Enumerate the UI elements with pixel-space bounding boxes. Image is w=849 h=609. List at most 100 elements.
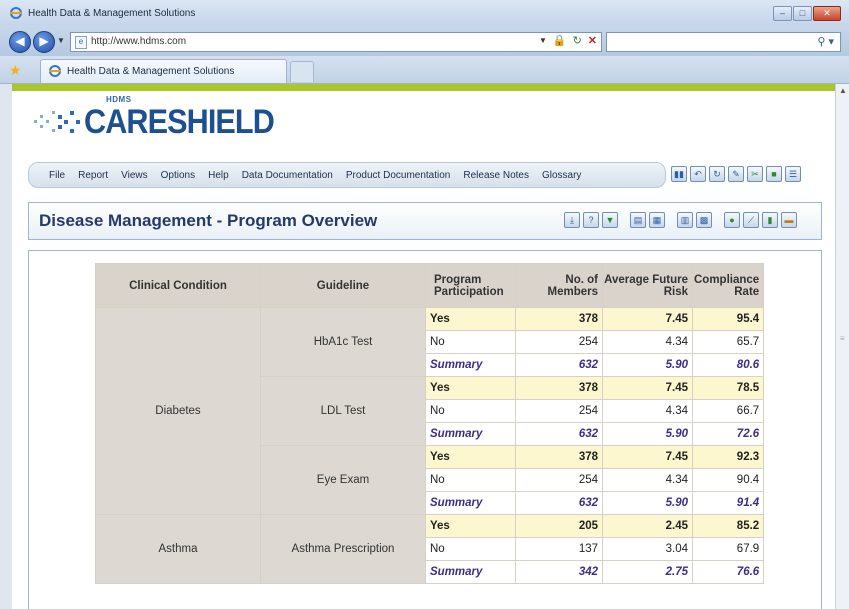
chart-bar-icon[interactable]: ▥ — [677, 212, 693, 228]
scroll-grip-icon[interactable]: ≡ — [840, 334, 845, 343]
menu-product-documentation[interactable]: Product Documentation — [346, 170, 451, 181]
menu-glossary[interactable]: Glossary — [542, 170, 581, 181]
table-row: Asthma Asthma Prescription Yes 205 2.45 … — [95, 514, 765, 584]
favorites-star-icon[interactable]: ★ — [9, 62, 22, 79]
panel-header: Disease Management - Program Overview ⤓ … — [28, 202, 822, 240]
menu-help[interactable]: Help — [208, 170, 229, 181]
url-text[interactable]: http://www.hdms.com — [91, 36, 186, 47]
header-no-of-members[interactable]: No. of Members — [515, 263, 603, 308]
dropdown-icon[interactable]: ▼ — [539, 36, 547, 47]
compliance-cell: 78.5 — [691, 376, 765, 400]
address-bar[interactable]: e http://www.hdms.com ▼ 🔒 ↻ ✕ — [70, 32, 602, 52]
participation-cell: No — [425, 399, 516, 423]
address-toolbar: ◀ ▶ ▼ e http://www.hdms.com ▼ 🔒 ↻ ✕ ⚲ ▾ — [0, 26, 849, 56]
accent-bar — [12, 84, 835, 91]
participation-cell: Summary — [425, 491, 516, 515]
comment-icon[interactable]: ✎ — [728, 166, 744, 182]
guideline-cell[interactable]: Eye Exam — [260, 445, 426, 515]
condition-cell[interactable]: Asthma — [95, 514, 261, 584]
participation-cell: Yes — [425, 445, 516, 469]
menu-release-notes[interactable]: Release Notes — [463, 170, 529, 181]
vertical-scrollbar[interactable]: ▲ ≡ — [835, 84, 849, 609]
header-clinical-condition[interactable]: Clinical Condition — [95, 263, 261, 308]
export-icon[interactable]: ■ — [766, 166, 782, 182]
close-button[interactable]: ✕ — [813, 6, 841, 21]
report-table: Clinical Condition Guideline Program Par… — [95, 263, 765, 584]
menu-views[interactable]: Views — [121, 170, 148, 181]
line-chart-icon[interactable]: ⟋ — [743, 212, 759, 228]
maximize-button[interactable]: □ — [793, 6, 812, 21]
compliance-cell: 67.9 — [691, 537, 765, 561]
menu-report[interactable]: Report — [78, 170, 108, 181]
tab-bar: ★ Health Data & Management Solutions — [0, 56, 849, 84]
tab-title: Health Data & Management Solutions — [67, 66, 235, 77]
risk-cell: 5.90 — [602, 353, 693, 377]
guideline-cell[interactable]: HbA1c Test — [260, 307, 426, 377]
risk-cell: 4.34 — [602, 399, 693, 423]
guideline-cell[interactable]: Asthma Prescription — [260, 514, 426, 584]
list-icon[interactable]: ☰ — [785, 166, 801, 182]
participation-cell: Yes — [425, 376, 516, 400]
refresh-icon[interactable]: ↻ — [709, 166, 725, 182]
members-cell: 254 — [515, 330, 603, 354]
condition-cell[interactable]: Diabetes — [95, 307, 261, 515]
scroll-up-icon[interactable]: ▲ — [839, 86, 847, 95]
risk-cell: 2.75 — [602, 560, 693, 584]
column-chart-icon[interactable]: ▮ — [762, 212, 778, 228]
filter-icon[interactable]: ▼ — [602, 212, 618, 228]
members-cell: 632 — [515, 353, 603, 377]
members-cell: 632 — [515, 422, 603, 446]
ie-logo-icon — [49, 65, 61, 77]
participation-cell: Yes — [425, 307, 516, 331]
participation-cell: Yes — [425, 514, 516, 538]
new-tab-button[interactable] — [290, 61, 314, 82]
members-cell: 205 — [515, 514, 603, 538]
stop-icon[interactable]: ✕ — [588, 34, 597, 47]
forward-button[interactable]: ▶ — [33, 31, 55, 53]
chart-icon[interactable]: ▮▮ — [671, 166, 687, 182]
compliance-cell: 95.4 — [691, 307, 765, 331]
risk-cell: 5.90 — [602, 491, 693, 515]
menu-data-documentation[interactable]: Data Documentation — [242, 170, 333, 181]
header-average-future-risk[interactable]: Average Future Risk — [602, 263, 693, 308]
window-controls: – □ ✕ — [772, 6, 841, 21]
grid-icon[interactable]: ▩ — [696, 212, 712, 228]
compliance-cell: 66.7 — [691, 399, 765, 423]
compliance-cell: 92.3 — [691, 445, 765, 469]
menu-options[interactable]: Options — [161, 170, 195, 181]
page-title: Disease Management - Program Overview — [39, 211, 378, 230]
risk-cell: 3.04 — [602, 537, 693, 561]
refresh-icon[interactable]: ↻ — [573, 34, 582, 47]
guideline-cell[interactable]: LDL Test — [260, 376, 426, 446]
menu-file[interactable]: File — [49, 170, 65, 181]
history-dropdown-icon[interactable]: ▼ — [57, 36, 65, 45]
compliance-cell: 72.6 — [691, 422, 765, 446]
logo-text: CARESHIELD — [84, 103, 275, 141]
header-guideline[interactable]: Guideline — [260, 263, 426, 308]
search-input[interactable]: ⚲ ▾ — [606, 32, 841, 52]
risk-cell: 7.45 — [602, 307, 693, 331]
window-title: Health Data & Management Solutions — [28, 8, 196, 19]
logo-dots-icon — [34, 111, 80, 133]
lock-icon[interactable]: 🔒 — [553, 34, 567, 47]
globe-icon[interactable]: ● — [724, 212, 740, 228]
undo-icon[interactable]: ↶ — [690, 166, 706, 182]
header-compliance-rate[interactable]: Compliance Rate — [691, 263, 765, 308]
header-program-participation[interactable]: Program Participation — [425, 263, 516, 308]
table-row: Diabetes HbA1c Test Yes 378 7.45 95.4 — [95, 307, 765, 515]
top-toolbar: ▮▮ ↶ ↻ ✎ ✂ ■ ☰ — [671, 166, 801, 182]
back-button[interactable]: ◀ — [9, 31, 31, 53]
stacked-chart-icon[interactable]: ▬ — [781, 212, 797, 228]
panel-toolbar: ⤓ ? ▼ ▤ ▦ ▥ ▩ ● ⟋ ▮ ▬ — [564, 212, 797, 228]
table-icon[interactable]: ▤ — [630, 212, 646, 228]
tools-icon[interactable]: ✂ — [747, 166, 763, 182]
drill-icon[interactable]: ⤓ — [564, 212, 580, 228]
crosstab-icon[interactable]: ▦ — [649, 212, 665, 228]
browser-tab[interactable]: Health Data & Management Solutions — [40, 59, 287, 83]
members-cell: 254 — [515, 399, 603, 423]
search-icon[interactable]: ⚲ ▾ — [817, 35, 834, 48]
minimize-button[interactable]: – — [773, 6, 792, 21]
members-cell: 254 — [515, 468, 603, 492]
participation-cell: Summary — [425, 560, 516, 584]
info-icon[interactable]: ? — [583, 212, 599, 228]
